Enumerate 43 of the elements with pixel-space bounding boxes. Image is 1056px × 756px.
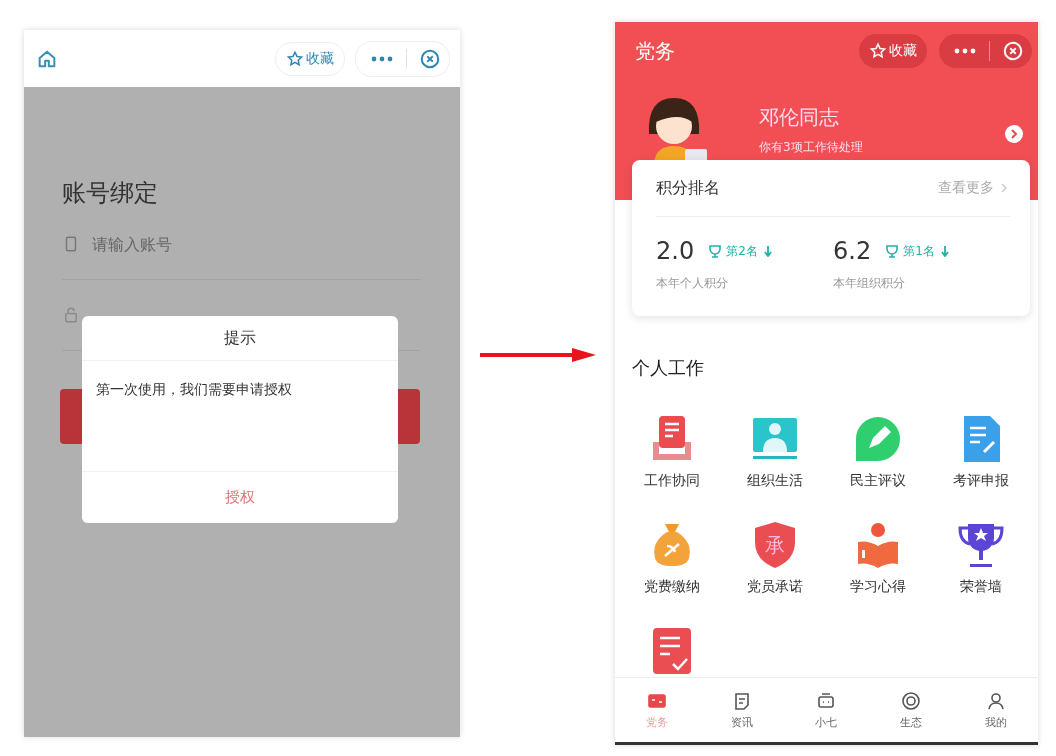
rank-text: 第1名 <box>903 242 935 260</box>
down-arrow-icon <box>761 245 774 257</box>
trophy-icon <box>885 244 900 258</box>
more-icon[interactable] <box>953 47 977 55</box>
favorite-button[interactable]: 收藏 <box>859 34 927 68</box>
pending-tasks-text: 你有3项工作待处理 <box>759 139 863 156</box>
chevron-right-icon[interactable] <box>1004 124 1024 144</box>
down-arrow-icon <box>938 245 951 257</box>
person-icon[interactable] <box>985 690 1006 711</box>
close-icon[interactable] <box>1002 40 1024 62</box>
capsule-menu[interactable] <box>355 40 450 77</box>
more-icon[interactable] <box>370 54 394 63</box>
lock-icon <box>62 306 80 324</box>
app-label[interactable]: 组织生活 <box>747 472 804 490</box>
close-icon[interactable] <box>419 47 441 70</box>
app-label[interactable]: 民主评议 <box>849 472 906 490</box>
user-name: 邓伦同志 <box>759 104 840 131</box>
arrow-icon <box>479 347 596 363</box>
favorite-button[interactable]: 收藏 <box>275 41 345 76</box>
trophy-icon <box>708 244 723 258</box>
rank-text: 第2名 <box>726 242 758 260</box>
dialog-title: 提示 <box>82 316 398 361</box>
page-title: 账号绑定 <box>62 178 159 209</box>
app-label[interactable]: 荣誉墙 <box>959 578 1002 596</box>
app-label[interactable]: 党费缴纳 <box>644 578 701 596</box>
capsule-menu[interactable] <box>939 34 1032 68</box>
star-icon[interactable] <box>286 49 304 68</box>
score-label: 本年组织积分 <box>833 275 906 292</box>
app-label[interactable]: 学习心得 <box>849 578 906 596</box>
star-icon[interactable] <box>869 42 887 60</box>
dialog-message: 第一次使用，我们需要申请授权 <box>95 380 293 399</box>
score-label: 本年个人积分 <box>656 275 729 292</box>
app-label[interactable]: 党员承诺 <box>747 578 804 596</box>
page-title: 党务 <box>635 37 675 65</box>
card-title: 积分排名 <box>656 177 720 199</box>
robot-icon[interactable] <box>816 690 837 711</box>
app-label[interactable]: 考评申报 <box>952 472 1009 490</box>
app-label[interactable]: 工作协同 <box>644 472 701 490</box>
section-title: 个人工作 <box>632 356 705 380</box>
score-value: 6.2 <box>833 237 872 265</box>
account-field[interactable]: 请输入账号 <box>90 233 294 255</box>
target-icon[interactable] <box>901 690 922 711</box>
score-value: 2.0 <box>656 237 695 265</box>
